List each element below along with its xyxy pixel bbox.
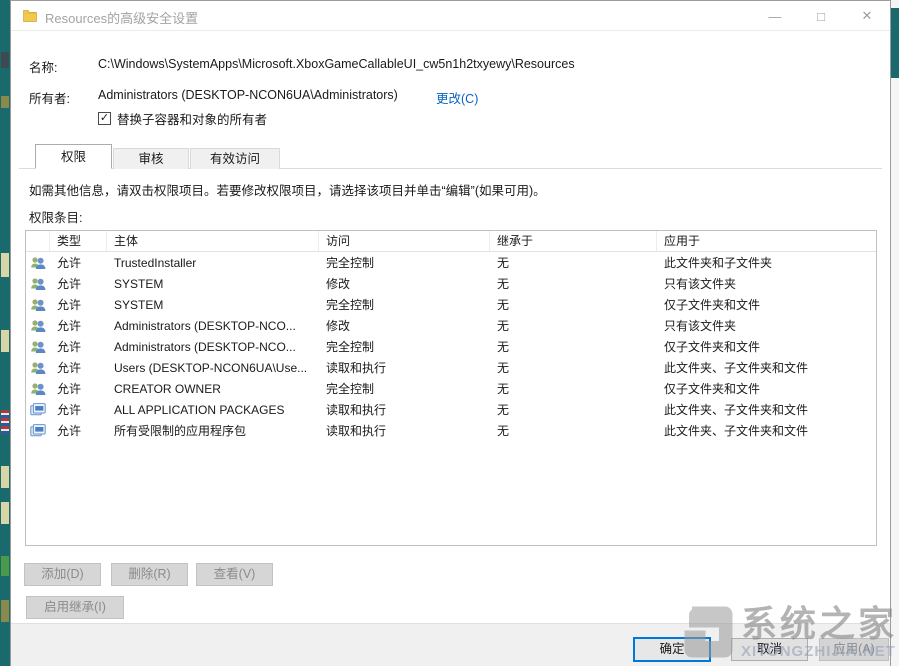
tab-permissions[interactable]: 权限	[35, 144, 112, 169]
tab-effective-access[interactable]: 有效访问	[190, 148, 280, 169]
footer-bar: 确定 取消 应用(A)	[11, 623, 890, 666]
table-row[interactable]: 允许 SYSTEM 完全控制 无 仅子文件夹和文件	[26, 294, 876, 315]
table-row[interactable]: 允许 TrustedInstaller 完全控制 无 此文件夹和子文件夹	[26, 252, 876, 273]
maximize-button[interactable]: □	[798, 1, 844, 31]
column-header-type[interactable]: 类型	[50, 231, 107, 251]
desktop-icon-fragment	[1, 410, 9, 434]
owner-value: Administrators (DESKTOP-NCON6UA\Administ…	[98, 88, 398, 102]
desktop-icon-fragment	[1, 502, 9, 524]
table-row[interactable]: 允许 Administrators (DESKTOP-NCO... 修改 无 只…	[26, 315, 876, 336]
column-header-inherited-from[interactable]: 继承于	[490, 231, 657, 251]
column-header-applies-to[interactable]: 应用于	[657, 231, 876, 251]
table-row[interactable]: 允许 CREATOR OWNER 完全控制 无 仅子文件夹和文件	[26, 378, 876, 399]
window-title: Resources的高级安全设置	[45, 8, 198, 27]
desktop-icon-fragment	[1, 330, 9, 352]
entries-label: 权限条目:	[29, 207, 82, 226]
name-label: 名称:	[29, 57, 57, 76]
column-header-principal[interactable]: 主体	[107, 231, 319, 251]
desktop-icon-fragment	[1, 556, 9, 576]
users-icon	[30, 381, 46, 397]
desktop-background: Resources的高级安全设置 — □ ✕ 名称: C:\Windows\Sy…	[0, 0, 899, 666]
replace-owner-checkbox[interactable]: ✓	[98, 112, 111, 125]
desktop-icon-fragment	[1, 96, 9, 108]
desktop-icon-fragment	[1, 52, 9, 68]
replace-owner-label: 替换子容器和对象的所有者	[117, 109, 267, 128]
table-row[interactable]: 允许 Users (DESKTOP-NCON6UA\Use... 读取和执行 无…	[26, 357, 876, 378]
instruction-text: 如需其他信息，请双击权限项目。若要修改权限项目，请选择该项目并单击“编辑”(如果…	[29, 180, 546, 199]
remove-button[interactable]: 删除(R)	[111, 563, 188, 586]
icon-column-header	[26, 231, 50, 251]
tab-audit[interactable]: 审核	[113, 148, 189, 169]
desktop-edge-left	[0, 0, 10, 666]
close-button[interactable]: ✕	[844, 1, 890, 31]
minimize-button[interactable]: —	[752, 1, 798, 31]
folder-icon	[22, 8, 38, 24]
app-package-icon	[30, 402, 46, 418]
apply-button[interactable]: 应用(A)	[819, 638, 889, 661]
table-row[interactable]: 允许 Administrators (DESKTOP-NCO... 完全控制 无…	[26, 336, 876, 357]
desktop-icon-fragment	[1, 466, 9, 488]
app-package-icon	[30, 423, 46, 439]
users-icon	[30, 318, 46, 334]
table-row[interactable]: 允许 ALL APPLICATION PACKAGES 读取和执行 无 此文件夹…	[26, 399, 876, 420]
column-header-access[interactable]: 访问	[319, 231, 490, 251]
desktop-edge-right	[891, 8, 899, 78]
advanced-security-settings-dialog: Resources的高级安全设置 — □ ✕ 名称: C:\Windows\Sy…	[10, 0, 891, 666]
table-row[interactable]: 允许 所有受限制的应用程序包 读取和执行 无 此文件夹、子文件夹和文件	[26, 420, 876, 441]
enable-inheritance-button[interactable]: 启用继承(I)	[26, 596, 124, 619]
name-value: C:\Windows\SystemApps\Microsoft.XboxGame…	[98, 57, 575, 71]
users-icon	[30, 297, 46, 313]
table-header: 类型 主体 访问 继承于 应用于	[26, 231, 876, 252]
view-button[interactable]: 查看(V)	[196, 563, 273, 586]
desktop-icon-fragment	[1, 253, 9, 277]
users-icon	[30, 360, 46, 376]
table-row[interactable]: 允许 SYSTEM 修改 无 只有该文件夹	[26, 273, 876, 294]
desktop-icon-fragment	[1, 600, 9, 622]
permissions-table: 类型 主体 访问 继承于 应用于 允许 TrustedInstaller 完全控…	[25, 230, 877, 546]
ok-button[interactable]: 确定	[633, 637, 711, 662]
users-icon	[30, 339, 46, 355]
titlebar: Resources的高级安全设置 — □ ✕	[11, 1, 890, 31]
users-icon	[30, 255, 46, 271]
users-icon	[30, 276, 46, 292]
owner-label: 所有者:	[29, 88, 70, 107]
cancel-button[interactable]: 取消	[731, 638, 808, 661]
change-owner-link[interactable]: 更改(C)	[436, 88, 478, 107]
add-button[interactable]: 添加(D)	[24, 563, 101, 586]
